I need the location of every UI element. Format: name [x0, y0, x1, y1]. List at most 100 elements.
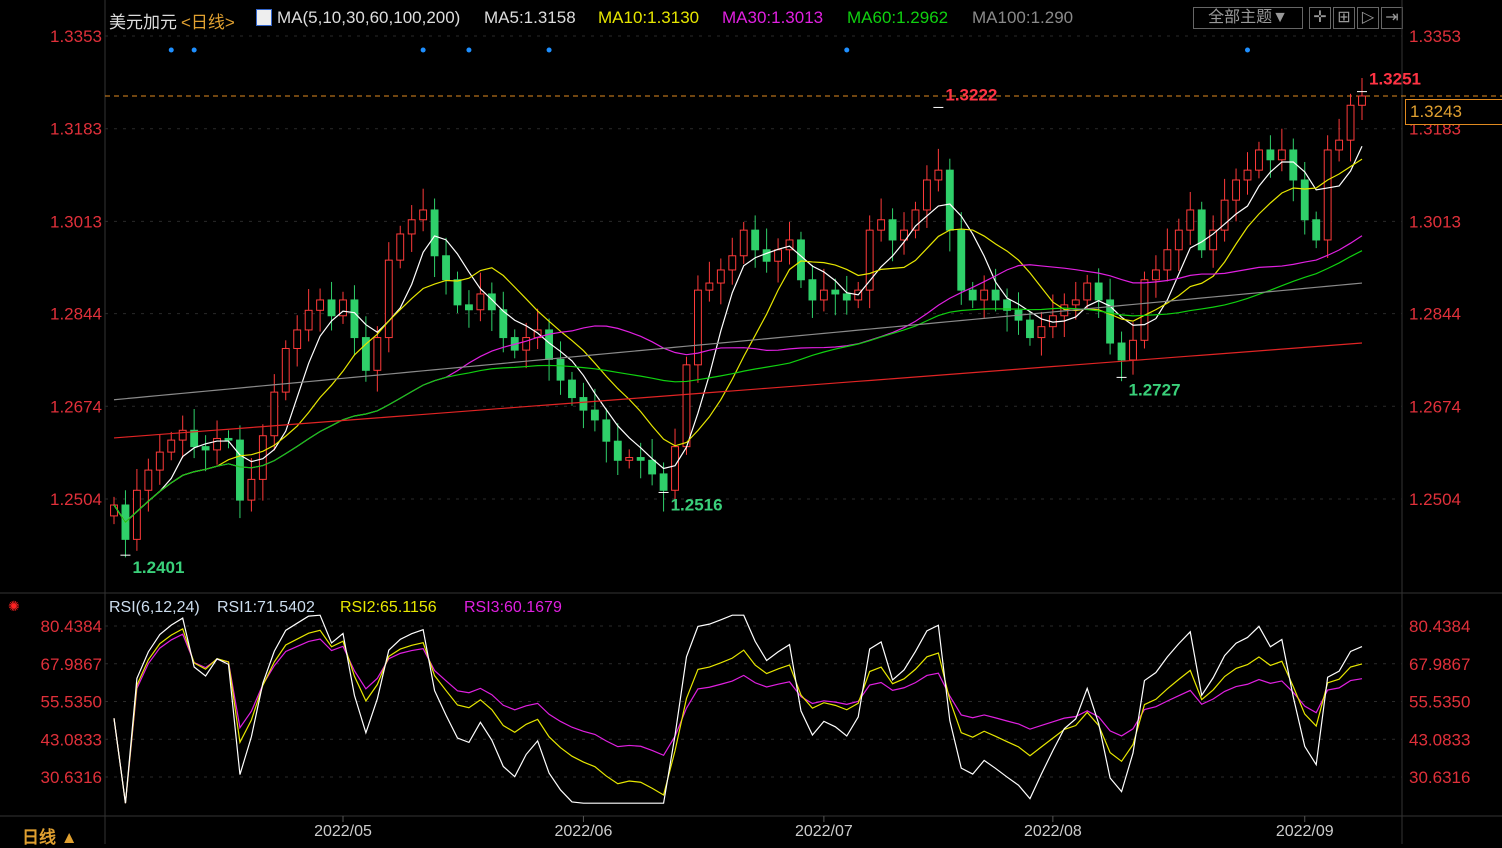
candle-up — [1186, 209, 1195, 231]
low-label: 1.2516 — [671, 495, 723, 514]
candle-up — [774, 249, 783, 262]
price-tick-left: 1.3353 — [50, 27, 102, 46]
candle-up — [1083, 282, 1092, 301]
candle-up — [1346, 104, 1355, 141]
candle-up — [682, 364, 691, 448]
candle-up — [281, 347, 290, 393]
event-marker — [546, 47, 552, 53]
price-tick-left: 1.3183 — [50, 120, 102, 139]
candle-down — [465, 304, 473, 311]
candlestick-chart[interactable]: 1.3353 1.33531.3183 1.31831.3013 1.30131.28… — [0, 0, 1502, 844]
candle-down — [762, 249, 771, 262]
ma5-line — [113, 146, 1363, 524]
event-marker — [168, 47, 174, 53]
candle-up — [1335, 139, 1344, 151]
rsi-tick-right: 43.0833 — [1409, 730, 1470, 749]
candle-down — [1094, 282, 1103, 301]
candle-up — [407, 219, 416, 235]
candle-up — [1129, 339, 1137, 361]
candle-up — [739, 229, 748, 257]
candle-down — [430, 209, 439, 257]
candle-up — [167, 439, 176, 453]
candle-up — [1243, 169, 1252, 181]
rsi-tick-left: 67.9867 — [41, 655, 102, 674]
candle-down — [1289, 149, 1298, 181]
rsi-tick-right: 80.4384 — [1409, 617, 1470, 636]
candle-up — [877, 219, 886, 231]
time-label: 2022/05 — [314, 823, 372, 840]
candle-up — [1358, 95, 1366, 106]
candle-down — [442, 255, 450, 281]
candle-down — [602, 419, 611, 442]
candle-up — [1323, 149, 1332, 241]
time-label: 2022/09 — [1276, 823, 1334, 840]
candle-down — [499, 309, 508, 339]
candle-down — [648, 459, 657, 475]
candle-down — [568, 379, 576, 399]
candle-up — [384, 259, 393, 339]
time-label: 2022/07 — [795, 823, 853, 840]
candle-up — [980, 289, 989, 301]
candle-down — [1117, 342, 1126, 361]
candle-up — [1071, 299, 1080, 306]
candle-up — [1037, 326, 1046, 339]
price-tick-right: 1.2844 — [1409, 305, 1461, 324]
candle-down — [1026, 319, 1034, 339]
candle-down — [190, 429, 199, 448]
price-tick-left: 1.2844 — [50, 305, 102, 324]
candle-up — [178, 429, 187, 441]
rsi-tick-right: 67.9867 — [1409, 655, 1470, 674]
rsi-tick-right: 55.5350 — [1409, 693, 1470, 712]
candle-down — [636, 457, 645, 461]
candle-down — [453, 279, 462, 306]
candle-down — [808, 279, 817, 301]
candle-up — [819, 289, 828, 301]
candle-down — [831, 289, 840, 295]
candle-down — [327, 299, 336, 317]
candle-up — [132, 489, 141, 540]
rsi-tick-right: 30.6316 — [1409, 768, 1470, 787]
price-tick-left: 1.2674 — [50, 397, 102, 416]
price-tick-left: 1.2504 — [50, 490, 102, 509]
price-tick-right: 1.2504 — [1409, 490, 1461, 509]
time-label: 2022/06 — [555, 823, 613, 840]
price-tick-right: 1.3353 — [1409, 27, 1461, 46]
candle-down — [751, 229, 760, 251]
candle-up — [396, 233, 405, 261]
candle-down — [579, 397, 588, 411]
candle-down — [236, 439, 244, 501]
candle-up — [476, 293, 485, 311]
candle-up — [316, 299, 325, 311]
candle-up — [922, 179, 931, 211]
event-marker — [844, 47, 850, 53]
candle-up — [419, 209, 428, 221]
candle-down — [659, 473, 668, 491]
candle-up — [213, 437, 221, 451]
candle-up — [373, 337, 382, 371]
candle-down — [613, 440, 622, 461]
candle-down — [842, 293, 851, 301]
candle-up — [270, 391, 279, 437]
rsi1-line — [113, 614, 1363, 804]
candle-up — [1232, 179, 1240, 201]
high-label: 1.3222 — [945, 85, 997, 104]
price-tick-right: 1.2674 — [1409, 397, 1461, 416]
candle-up — [293, 329, 302, 349]
candle-down — [224, 437, 233, 441]
rsi-tick-left: 80.4384 — [41, 617, 102, 636]
candle-up — [110, 504, 118, 517]
time-label: 2022/08 — [1024, 823, 1082, 840]
candle-up — [671, 446, 679, 491]
candle-down — [797, 239, 805, 281]
rsi-tick-left: 30.6316 — [41, 768, 102, 787]
candle-down — [991, 289, 1000, 301]
candle-up — [1163, 249, 1172, 271]
candle-down — [1312, 219, 1321, 241]
candle-up — [1140, 279, 1149, 341]
event-marker — [1245, 47, 1251, 53]
candle-up — [155, 451, 164, 471]
candle-down — [350, 299, 359, 339]
rsi-tick-left: 43.0833 — [41, 730, 102, 749]
low-label: 1.2401 — [132, 558, 184, 577]
candle-down — [888, 219, 897, 241]
